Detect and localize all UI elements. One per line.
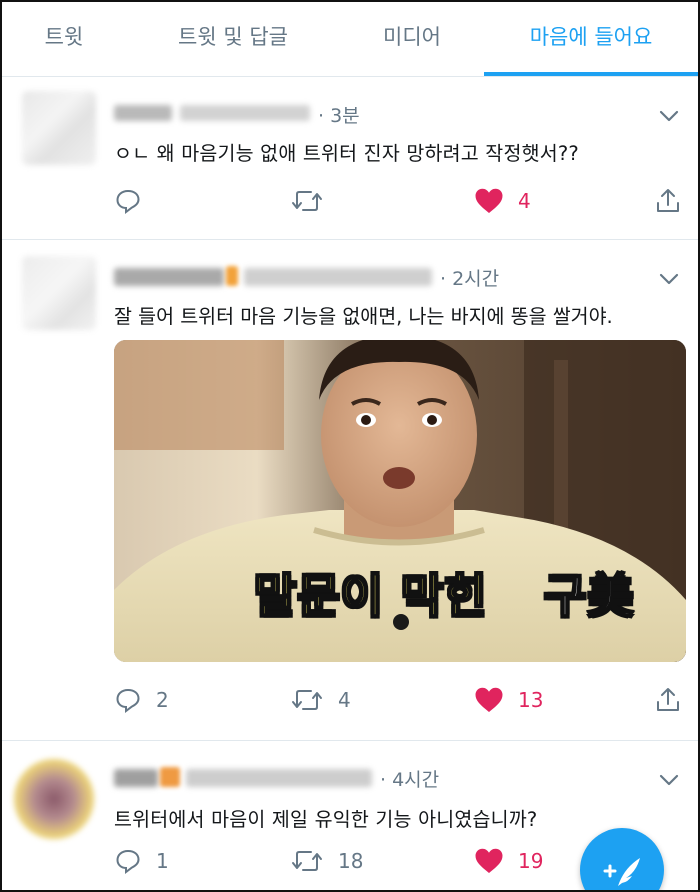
retweet-count: 4 (338, 688, 351, 712)
reply-button[interactable] (114, 183, 156, 219)
compose-tweet-button[interactable] (580, 828, 664, 890)
reply-count: 1 (156, 849, 169, 873)
tweet-text: 잘 들어 트위터 마음 기능을 없애면, 나는 바지에 똥을 쌀거야. (114, 305, 613, 328)
reply-button[interactable]: 1 (114, 843, 169, 879)
compose-icon (603, 858, 640, 886)
tweet-text: ㅇㄴ 왜 마음기능 없애 트위터 진자 망하려고 작정햇서?? (114, 142, 579, 165)
share-icon (657, 688, 679, 711)
caret-down-icon[interactable] (658, 769, 680, 791)
profile-tabs: 트윗 트윗 및 답글 미디어 마음에 들어요 (2, 2, 698, 77)
reply-button[interactable]: 2 (114, 682, 169, 718)
avatar[interactable] (22, 91, 96, 165)
avatar[interactable] (22, 256, 96, 330)
media-caption-white: 구美 (543, 568, 635, 624)
reply-icon (116, 189, 140, 214)
tweet-media-image[interactable]: 말문이 막힌 구美 (114, 340, 686, 662)
share-button[interactable] (654, 183, 682, 219)
tweet-actions: 2 4 13 (114, 682, 684, 718)
profile-likes-screen: 트윗 트윗 및 답글 미디어 마음에 들어요 · 3분 ㅇㄴ 왜 마음기능 없애… (0, 0, 700, 892)
tab-likes[interactable]: 마음에 들어요 (484, 2, 698, 76)
share-button[interactable] (654, 682, 682, 718)
tab-tweets[interactable]: 트윗 (2, 2, 126, 76)
like-button[interactable]: 4 (474, 183, 531, 219)
heart-icon (475, 848, 503, 873)
like-count: 13 (518, 688, 544, 712)
tab-media[interactable]: 미디어 (340, 2, 484, 76)
tweet-actions: 4 (114, 183, 684, 219)
caret-down-icon[interactable] (658, 105, 680, 127)
retweet-button[interactable]: 4 (290, 682, 351, 718)
avatar[interactable] (14, 759, 94, 839)
like-button[interactable]: 19 (474, 843, 543, 879)
retweet-icon (292, 191, 322, 211)
reply-icon (116, 849, 140, 874)
reply-count: 2 (156, 688, 169, 712)
active-tab-indicator (484, 72, 698, 76)
tweet-text: 트위터에서 마음이 제일 유익한 기능 아니였습니까? (114, 808, 538, 831)
tweet-timestamp[interactable]: · 4시간 (380, 765, 439, 792)
share-icon (657, 189, 679, 212)
retweet-button[interactable]: 18 (290, 843, 363, 879)
reply-icon (116, 688, 140, 713)
tweet-item[interactable]: · 3분 ㅇㄴ 왜 마음기능 없애 트위터 진자 망하려고 작정햇서?? 4 (2, 77, 698, 240)
tab-tweets-and-replies[interactable]: 트윗 및 답글 (126, 2, 340, 76)
caret-down-icon[interactable] (658, 268, 680, 290)
retweet-count: 18 (338, 849, 364, 873)
retweet-icon (292, 690, 322, 710)
like-button[interactable]: 13 (474, 682, 543, 718)
retweet-button[interactable] (290, 183, 338, 219)
retweet-icon (292, 851, 322, 871)
tweet-timestamp[interactable]: · 3분 (318, 101, 360, 128)
tweet-timestamp[interactable]: · 2시간 (440, 264, 499, 291)
like-count: 4 (518, 189, 531, 213)
media-caption-yellow: 말문이 막힌 (253, 568, 488, 624)
heart-icon (475, 188, 503, 213)
like-count: 19 (518, 849, 544, 873)
tweet-item[interactable]: · 2시간 잘 들어 트위터 마음 기능을 없애면, 나는 바지에 똥을 쌀거야… (2, 240, 698, 741)
heart-icon (475, 687, 503, 712)
